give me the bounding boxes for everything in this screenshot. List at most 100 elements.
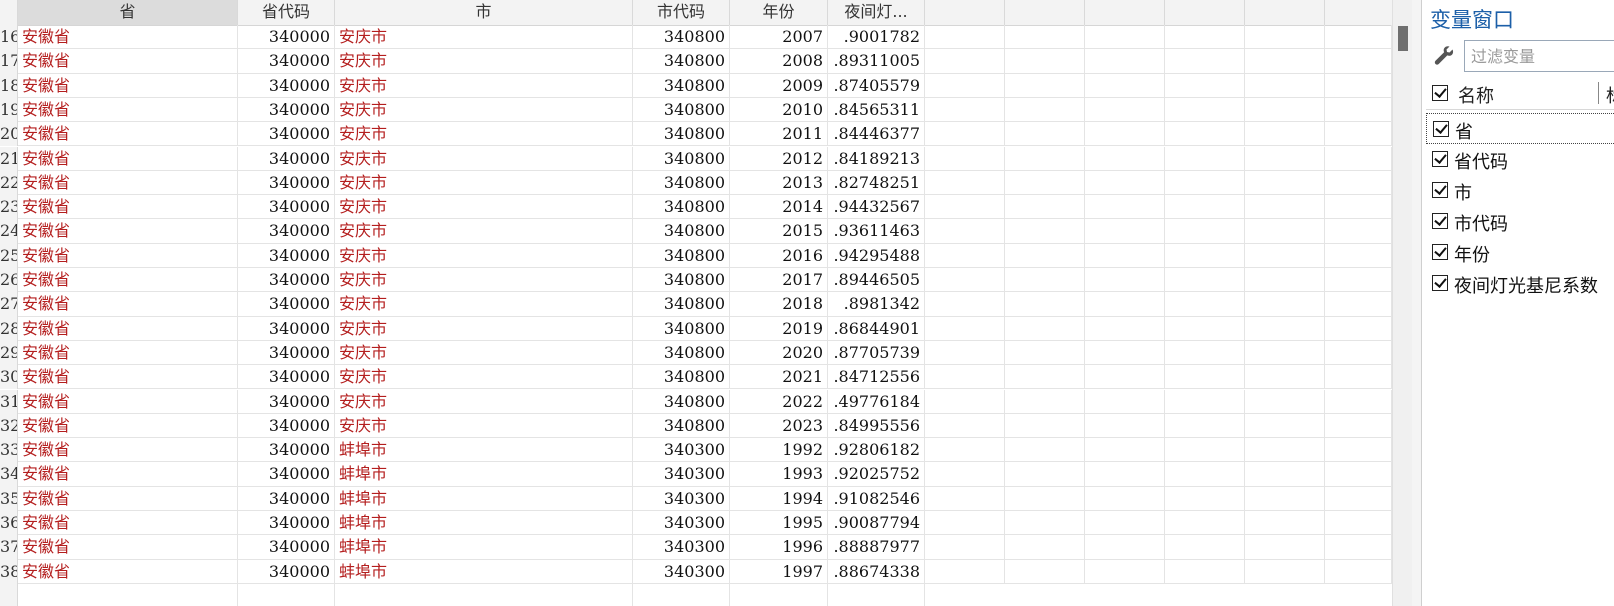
- variable-item[interactable]: 年份: [1426, 237, 1614, 268]
- empty-cell[interactable]: [1325, 195, 1392, 220]
- cell-city[interactable]: 安庆市: [335, 25, 633, 50]
- cell-province-code[interactable]: 340000: [238, 97, 335, 123]
- cell-nightlight-gini[interactable]: .88887977: [828, 535, 925, 560]
- table-row[interactable]: 18安徽省340000安庆市3408002009.87405579: [0, 73, 1392, 98]
- empty-cell[interactable]: [1165, 122, 1245, 147]
- table-row[interactable]: 22安徽省340000安庆市3408002013.82748251: [0, 170, 1392, 196]
- column-header-year[interactable]: 年份: [730, 0, 828, 25]
- cell-province-code[interactable]: 340000: [238, 170, 335, 196]
- cell-city-code[interactable]: 340800: [633, 25, 730, 50]
- cell-city-code[interactable]: 340800: [633, 243, 730, 268]
- cell-province[interactable]: 安徽省: [18, 122, 238, 147]
- row-number[interactable]: 22: [0, 170, 18, 196]
- empty-cell[interactable]: [1005, 511, 1085, 536]
- cell-nightlight-gini[interactable]: .89311005: [828, 49, 925, 74]
- cell-year[interactable]: 1992: [730, 438, 828, 463]
- cell-province[interactable]: 安徽省: [18, 316, 238, 341]
- table-row[interactable]: 20安徽省340000安庆市3408002011.84446377: [0, 122, 1392, 147]
- cell-city[interactable]: 安庆市: [335, 49, 633, 74]
- empty-cell[interactable]: [1085, 486, 1165, 511]
- empty-cell[interactable]: [925, 340, 1005, 366]
- cell-year[interactable]: 2021: [730, 365, 828, 390]
- variable-item[interactable]: 省: [1426, 113, 1614, 144]
- row-number[interactable]: 26: [0, 268, 18, 293]
- row-number[interactable]: 35: [0, 486, 18, 511]
- cell-city[interactable]: 安庆市: [335, 219, 633, 244]
- cell-province-code[interactable]: 340000: [238, 413, 335, 439]
- cell-city-code[interactable]: 340800: [633, 122, 730, 147]
- cell-nightlight-gini[interactable]: .84712556: [828, 365, 925, 390]
- cell-city-code[interactable]: 340800: [633, 316, 730, 341]
- empty-cell[interactable]: [1085, 511, 1165, 536]
- cell-city-code[interactable]: 340300: [633, 511, 730, 536]
- cell-city-code[interactable]: 340300: [633, 462, 730, 487]
- empty-cell[interactable]: [925, 559, 1005, 584]
- table-row[interactable]: 23安徽省340000安庆市3408002014.94432567: [0, 195, 1392, 220]
- empty-cell[interactable]: [925, 122, 1005, 147]
- empty-cell[interactable]: [1245, 365, 1325, 390]
- empty-cell[interactable]: [1005, 243, 1085, 268]
- cell-province[interactable]: 安徽省: [18, 49, 238, 74]
- cell-nightlight-gini[interactable]: .84189213: [828, 146, 925, 171]
- empty-cell[interactable]: [1085, 535, 1165, 560]
- label-column-header[interactable]: 标: [1606, 82, 1614, 108]
- cell-city[interactable]: 安庆市: [335, 170, 633, 196]
- row-number[interactable]: 29: [0, 340, 18, 366]
- empty-cell[interactable]: [1245, 195, 1325, 220]
- empty-cell[interactable]: [925, 292, 1005, 317]
- empty-cell[interactable]: [1325, 559, 1392, 584]
- table-row[interactable]: 37安徽省340000蚌埠市3403001996.88887977: [0, 535, 1392, 560]
- empty-cell[interactable]: [1085, 170, 1165, 196]
- cell-year[interactable]: 2019: [730, 316, 828, 341]
- cell-city[interactable]: 安庆市: [335, 389, 633, 414]
- empty-cell[interactable]: [1165, 268, 1245, 293]
- cell-year[interactable]: 2022: [730, 389, 828, 414]
- empty-cell[interactable]: [1165, 511, 1245, 536]
- cell-city-code[interactable]: 340800: [633, 365, 730, 390]
- variable-checkbox[interactable]: [1432, 244, 1448, 260]
- empty-cell[interactable]: [1085, 559, 1165, 584]
- cell-province[interactable]: 安徽省: [18, 97, 238, 123]
- cell-city[interactable]: 蚌埠市: [335, 511, 633, 536]
- empty-cell[interactable]: [1165, 146, 1245, 171]
- empty-cell[interactable]: [1245, 462, 1325, 487]
- empty-cell[interactable]: [1325, 243, 1392, 268]
- table-row[interactable]: 35安徽省340000蚌埠市3403001994.91082546: [0, 486, 1392, 511]
- empty-cell[interactable]: [1005, 365, 1085, 390]
- empty-cell[interactable]: [1085, 73, 1165, 98]
- cell-province[interactable]: 安徽省: [18, 268, 238, 293]
- table-row[interactable]: 24安徽省340000安庆市3408002015.93611463: [0, 219, 1392, 244]
- cell-city-code[interactable]: 340800: [633, 219, 730, 244]
- cell-year[interactable]: 1997: [730, 559, 828, 584]
- cell-province-code[interactable]: 340000: [238, 219, 335, 244]
- cell-nightlight-gini[interactable]: .49776184: [828, 389, 925, 414]
- table-row[interactable]: 34安徽省340000蚌埠市3403001993.92025752: [0, 462, 1392, 487]
- cell-city[interactable]: 安庆市: [335, 73, 633, 98]
- cell-city[interactable]: [335, 583, 633, 606]
- cell-province[interactable]: 安徽省: [18, 25, 238, 50]
- cell-province[interactable]: 安徽省: [18, 365, 238, 390]
- empty-cell[interactable]: [1165, 340, 1245, 366]
- variable-item[interactable]: 市: [1426, 175, 1614, 206]
- cell-year[interactable]: 1993: [730, 462, 828, 487]
- cell-city[interactable]: 安庆市: [335, 413, 633, 439]
- empty-cell[interactable]: [925, 438, 1005, 463]
- variable-item[interactable]: 市代码: [1426, 206, 1614, 237]
- table-row[interactable]: 32安徽省340000安庆市3408002023.84995556: [0, 413, 1392, 439]
- empty-cell[interactable]: [1085, 25, 1165, 50]
- cell-province[interactable]: [18, 583, 238, 606]
- cell-city[interactable]: 蚌埠市: [335, 535, 633, 560]
- empty-cell[interactable]: [1325, 292, 1392, 317]
- empty-cell[interactable]: [1165, 535, 1245, 560]
- cell-nightlight-gini[interactable]: .94432567: [828, 195, 925, 220]
- cell-city[interactable]: 安庆市: [335, 365, 633, 390]
- row-number[interactable]: 18: [0, 73, 18, 98]
- cell-city-code[interactable]: 340800: [633, 49, 730, 74]
- cell-province[interactable]: 安徽省: [18, 535, 238, 560]
- scrollbar-thumb[interactable]: [1398, 26, 1408, 51]
- cell-city-code[interactable]: 340300: [633, 535, 730, 560]
- cell-province-code[interactable]: 340000: [238, 389, 335, 414]
- empty-cell[interactable]: [1005, 486, 1085, 511]
- cell-nightlight-gini[interactable]: .90087794: [828, 511, 925, 536]
- empty-cell[interactable]: [1165, 25, 1245, 50]
